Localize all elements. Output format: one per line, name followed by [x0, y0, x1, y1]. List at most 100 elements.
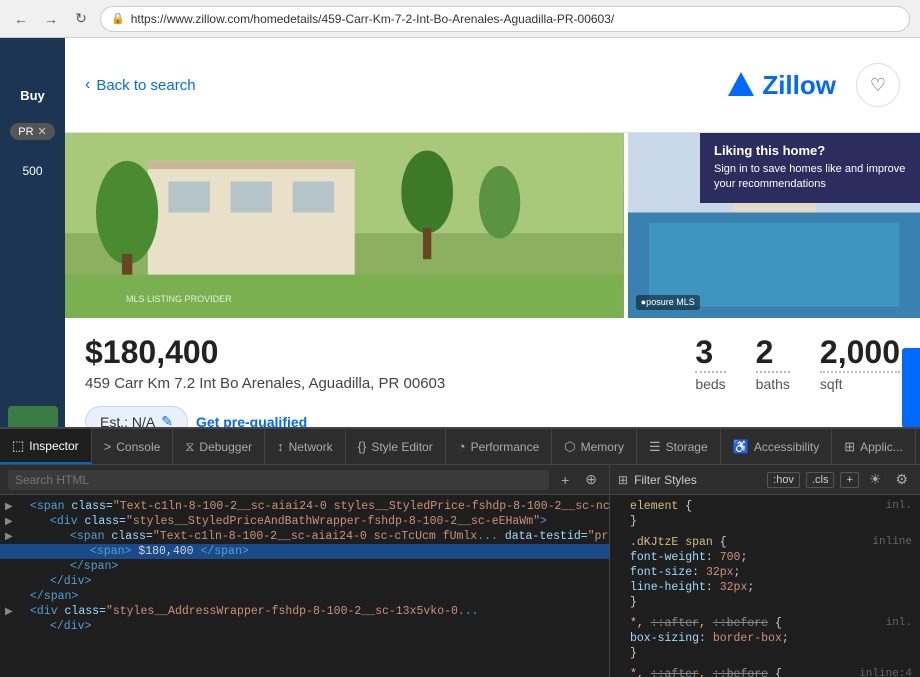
tab-application-label: Applic... [860, 440, 903, 454]
styles-pane: ⊞ Filter Styles :hov .cls + ☀ ⚙ element [610, 465, 920, 677]
html-line-selected[interactable]: <span> $180,400 </span> [0, 544, 609, 559]
style-block-star-after-1: *, ::after, ::before inl. { box-sizing: … [618, 616, 912, 661]
second-property-image[interactable]: Liking this home? Sign in to save homes … [628, 133, 920, 318]
tab-style-editor[interactable]: {} Style Editor [346, 429, 446, 464]
expand-icon: ▶ [5, 606, 13, 618]
accessibility-icon: ♿ [733, 439, 749, 455]
pr-filter-close[interactable]: ✕ [38, 125, 47, 138]
beds-label: beds [695, 371, 725, 392]
inspector-icon: ⬚ [12, 438, 24, 454]
cls-button[interactable]: .cls [806, 472, 835, 488]
zillow-logo: Zillow [726, 70, 836, 101]
baths-label: baths [756, 371, 790, 392]
tab-network-label: Network [289, 440, 333, 454]
property-price: $180,400 [85, 334, 445, 371]
buy-label[interactable]: Buy [20, 88, 45, 103]
tab-inspector[interactable]: ⬚ Inspector [0, 429, 92, 464]
num-badge: 500 [22, 160, 42, 182]
tab-network[interactable]: ↕ Network [265, 429, 346, 464]
light-dark-toggle[interactable]: ☀ [865, 469, 886, 490]
devtools-content: + ⊕ ▶ <span class="Text-c1ln-8-100-2__sc… [0, 465, 920, 677]
heart-button[interactable]: ♡ [856, 63, 900, 107]
url-text: https://www.zillow.com/homedetails/459-C… [131, 12, 615, 26]
tab-storage-label: Storage [666, 440, 708, 454]
zillow-logo-icon [726, 70, 756, 100]
styles-content: element inl. { } .dKJtzE span inline [610, 495, 920, 677]
lock-icon: 🔒 [111, 12, 125, 25]
baths-stat: 2 baths [756, 334, 790, 392]
zillow-name: Zillow [762, 70, 836, 101]
settings-button[interactable]: ⚙ [891, 469, 912, 490]
filter-styles-label: Filter Styles [634, 473, 697, 487]
refresh-button[interactable]: ↻ [70, 8, 92, 30]
html-line[interactable]: </div> [0, 619, 609, 634]
tab-performance[interactable]: ◔ Performance [446, 429, 553, 464]
forward-button[interactable]: → [40, 8, 62, 30]
tab-console[interactable]: > Console [92, 429, 174, 464]
style-selector: element [630, 500, 678, 513]
tab-debugger[interactable]: ⧖ Debugger [173, 429, 265, 464]
baths-number: 2 [756, 334, 790, 371]
expand-icon: ▶ [5, 531, 13, 543]
address-bar[interactable]: 🔒 https://www.zillow.com/homedetails/459… [100, 6, 910, 32]
html-toolbar: + ⊕ [0, 465, 609, 495]
tab-application[interactable]: ⊞ Applic... [832, 429, 916, 464]
html-line[interactable]: ▶ <span class="Text-c1ln-8-100-2__sc-aia… [0, 499, 609, 514]
style-block-star-after-2: *, ::after, ::before inline:4 { box-sizi… [618, 667, 912, 677]
html-line[interactable]: ▶ <div class="styles__AddressWrapper-fsh… [0, 604, 609, 619]
debugger-icon: ⧖ [185, 439, 194, 455]
devtools-tabs: ⬚ Inspector > Console ⧖ Debugger ↕ Netwo… [0, 429, 920, 465]
tab-performance-label: Performance [471, 440, 540, 454]
tab-storage[interactable]: ☰ Storage [637, 429, 721, 464]
beds-stat: 3 beds [695, 334, 725, 392]
html-line[interactable]: ▶ <span class="Text-c1ln-8-100-2__sc-aia… [0, 529, 609, 544]
tab-accessibility[interactable]: ♿ Accessibility [721, 429, 833, 464]
tab-accessibility-label: Accessibility [754, 440, 819, 454]
tab-memory[interactable]: ⬡ Memory [552, 429, 637, 464]
style-source-star: inl. [886, 617, 912, 629]
filter-icon: ⊞ [618, 473, 628, 487]
pr-filter[interactable]: PR ✕ [10, 123, 55, 140]
console-icon: > [104, 439, 112, 454]
pick-element-button[interactable]: ⊕ [581, 469, 601, 490]
application-icon: ⊞ [844, 439, 855, 455]
liking-title: Liking this home? [714, 143, 906, 158]
back-to-search-link[interactable]: ‹ Back to search [85, 76, 196, 94]
devtools-panel: ⬚ Inspector > Console ⧖ Debugger ↕ Netwo… [0, 427, 920, 675]
html-line[interactable]: </span> [0, 589, 609, 604]
sqft-label: sqft [820, 371, 900, 392]
html-line[interactable]: </div> [0, 574, 609, 589]
left-sidebar: Buy PR ✕ 500 [0, 38, 65, 466]
main-property-image[interactable]: ● posure MLS LISTING PROVIDER [65, 133, 624, 318]
second-image-watermark: ●posure MLS [636, 295, 700, 310]
search-html-input[interactable] [8, 470, 549, 490]
liking-desc: Sign in to save homes like and improve y… [714, 162, 906, 193]
zillow-topbar: ‹ Back to search Zillow ♡ [65, 38, 920, 133]
tab-console-label: Console [116, 440, 160, 454]
html-line[interactable]: ▶ <div class="styles__StyledPriceAndBath… [0, 514, 609, 529]
tab-debugger-label: Debugger [199, 440, 252, 454]
stats-area: 3 beds 2 baths 2,000 sqft [695, 334, 900, 392]
property-address: 459 Carr Km 7.2 Int Bo Arenales, Aguadil… [85, 375, 445, 392]
network-icon: ↕ [277, 439, 284, 454]
style-selector-star2: *, ::after, ::before [630, 668, 768, 677]
sqft-stat: 2,000 sqft [820, 334, 900, 392]
beds-number: 3 [695, 334, 725, 371]
style-source-dkjtz: inline [872, 536, 912, 548]
sqft-number: 2,000 [820, 334, 900, 371]
styles-toolbar: ⊞ Filter Styles :hov .cls + ☀ ⚙ [610, 465, 920, 495]
html-pane: + ⊕ ▶ <span class="Text-c1ln-8-100-2__sc… [0, 465, 610, 677]
style-block-element: element inl. { } [618, 499, 912, 529]
back-arrow-icon: ‹ [85, 76, 90, 94]
browser-chrome: ← → ↻ 🔒 https://www.zillow.com/homedetai… [0, 0, 920, 38]
add-node-button[interactable]: + [557, 470, 573, 490]
add-style-button[interactable]: + [840, 472, 858, 488]
hov-button[interactable]: :hov [767, 472, 800, 488]
html-line[interactable]: </span> [0, 559, 609, 574]
style-selector-star: *, ::after, ::before [630, 617, 768, 630]
tab-inspector-label: Inspector [29, 439, 78, 453]
back-button[interactable]: ← [10, 8, 32, 30]
property-images: ● posure MLS LISTING PROVIDER Liking thi… [65, 133, 920, 318]
tab-style-editor-label: Style Editor [371, 440, 432, 454]
tab-memory-label: Memory [581, 440, 624, 454]
